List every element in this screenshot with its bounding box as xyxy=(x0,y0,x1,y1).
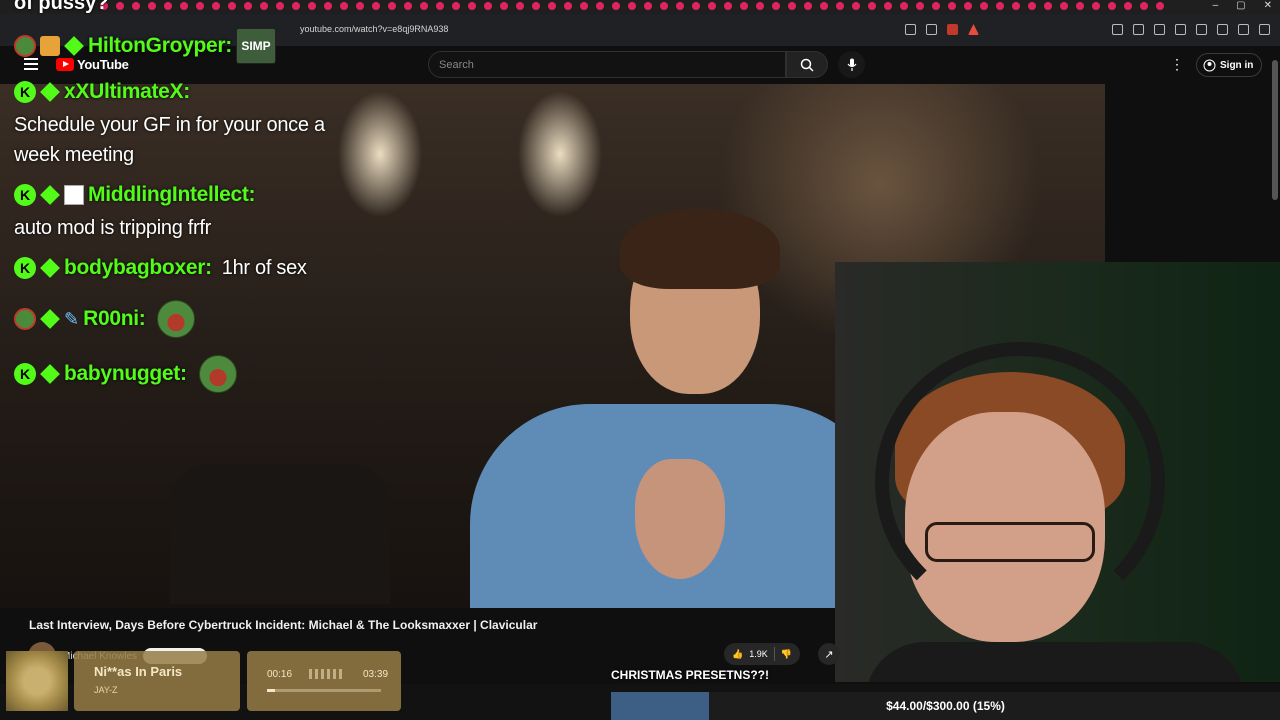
broken-badge-icon xyxy=(64,185,84,205)
subscriber-badge-icon xyxy=(40,309,60,329)
voice-search-button[interactable] xyxy=(838,51,865,78)
chat-username[interactable]: R00ni: xyxy=(83,307,146,331)
thumbs-up-icon[interactable]: 👍 xyxy=(732,649,743,660)
menu-icon[interactable] xyxy=(1259,24,1270,35)
sidebar-icon[interactable] xyxy=(1175,24,1186,35)
chat-username[interactable]: babynugget: xyxy=(64,362,187,386)
subscriber-badge-icon xyxy=(64,36,84,56)
share-icon[interactable]: ↗ xyxy=(818,643,840,665)
chat-message: K bodybagboxer: 1hr of sex xyxy=(14,256,307,280)
extension-icons xyxy=(1112,24,1270,35)
like-dislike-group: 👍 1.9K 👎 xyxy=(724,643,800,665)
extension-icon[interactable] xyxy=(1133,24,1144,35)
simp-emote: SIMP xyxy=(235,28,276,64)
now-playing-widget: Ni**as In Paris JAY-Z 00:16 03:39 xyxy=(6,651,401,713)
song-artist: JAY-Z xyxy=(94,685,118,695)
minimize-button[interactable]: – xyxy=(1213,0,1219,11)
wallet-icon[interactable] xyxy=(1196,24,1207,35)
webcam-body xyxy=(865,642,1245,682)
streamer-webcam xyxy=(835,262,1280,682)
search-icon xyxy=(800,58,814,72)
brave-shield-icon[interactable] xyxy=(947,24,958,35)
extension-icon[interactable] xyxy=(1112,24,1123,35)
subscriber-badge-icon xyxy=(40,82,60,102)
video-title: Last Interview, Days Before Cybertruck I… xyxy=(29,618,538,632)
equalizer-icon xyxy=(309,669,342,679)
webcam-headphones xyxy=(875,342,1165,622)
video-frame-person-hair xyxy=(620,209,780,289)
window-controls: – ▢ ✕ xyxy=(1213,0,1272,11)
sign-in-label: Sign in xyxy=(1220,59,1254,71)
song-time-card: 00:16 03:39 xyxy=(247,651,401,711)
elapsed-time: 00:16 xyxy=(267,669,293,680)
account-icon xyxy=(1203,59,1216,71)
more-options-icon[interactable]: ⋮ xyxy=(1170,56,1184,73)
maximize-button[interactable]: ▢ xyxy=(1236,0,1245,11)
thumbs-down-icon[interactable]: 👎 xyxy=(781,649,792,660)
tab-favicons[interactable] xyxy=(100,2,1164,10)
chat-message: HiltonGroyper: SIMP xyxy=(14,28,276,64)
kick-badge-icon: K xyxy=(14,81,36,103)
share-page-icon[interactable] xyxy=(926,24,937,35)
song-title: Ni**as In Paris xyxy=(94,664,183,679)
subscriber-badge-icon xyxy=(40,185,60,205)
song-progress-track xyxy=(267,689,381,692)
screen: – ▢ ✕ youtube.com/watch?v=e8qj9RNA938 Yo… xyxy=(0,0,1280,720)
chat-message: K xXUltimateX: xyxy=(14,80,190,104)
pepe-scream-emote xyxy=(157,300,196,338)
sign-in-button[interactable]: Sign in xyxy=(1196,53,1262,77)
chat-username[interactable]: HiltonGroyper: xyxy=(88,34,232,58)
chat-message: ✎ R00ni: xyxy=(14,300,196,338)
donation-goal-text: $44.00/$300.00 (15%) xyxy=(886,699,1005,713)
donation-goal-bar: $44.00/$300.00 (15%) xyxy=(611,692,1280,720)
vpn-icon[interactable] xyxy=(1238,24,1249,35)
chat-username[interactable]: MiddlingIntellect: xyxy=(88,183,256,207)
gift-badge-icon xyxy=(40,36,60,56)
browser-tab-strip: – ▢ ✕ xyxy=(0,0,1280,14)
rewards-icon[interactable] xyxy=(968,24,979,35)
chat-username[interactable]: xXUltimateX: xyxy=(64,80,190,104)
goal-label: CHRISTMAS PRESETNS??! xyxy=(611,668,770,682)
pepe-scream-emote xyxy=(198,355,237,393)
chat-message: K babynugget: xyxy=(14,355,237,393)
chat-message-text: auto mod is tripping frfr xyxy=(14,217,212,239)
subscriber-badge-icon xyxy=(40,364,60,384)
cast-icon[interactable] xyxy=(905,24,916,35)
kick-badge-icon: K xyxy=(14,184,36,206)
search-button[interactable] xyxy=(786,51,828,78)
album-art xyxy=(6,651,68,711)
subscriber-badge-icon xyxy=(40,258,60,278)
pepe-santa-badge-icon xyxy=(14,308,36,330)
song-info-card: Ni**as In Paris JAY-Z xyxy=(74,651,240,711)
media-icon[interactable] xyxy=(1154,24,1165,35)
chat-message: K MiddlingIntellect: xyxy=(14,183,256,207)
chat-message-text: Schedule your GF in for your once a week… xyxy=(14,114,325,166)
leo-icon[interactable] xyxy=(1217,24,1228,35)
search-input[interactable] xyxy=(429,52,785,77)
microphone-icon xyxy=(847,58,856,71)
kick-badge-icon: K xyxy=(14,363,36,385)
sword-badge-icon: ✎ xyxy=(64,308,80,329)
chat-cutoff-message: of pussy? xyxy=(14,0,109,14)
chat-message-text: 1hr of sex xyxy=(221,256,307,279)
kick-badge-icon: K xyxy=(14,257,36,279)
video-frame-couch xyxy=(170,464,390,604)
like-count: 1.9K xyxy=(749,649,768,659)
video-frame-person-hands xyxy=(635,459,725,579)
url-text[interactable]: youtube.com/watch?v=e8qj9RNA938 xyxy=(300,24,448,34)
page-scrollbar[interactable] xyxy=(1272,60,1278,200)
chat-username[interactable]: bodybagboxer: xyxy=(64,256,212,280)
song-progress-fill xyxy=(267,689,276,692)
search-box xyxy=(428,51,786,78)
close-window-button[interactable]: ✕ xyxy=(1264,0,1272,11)
total-time: 03:39 xyxy=(363,669,389,680)
pepe-badge-icon xyxy=(14,35,36,57)
address-bar-actions xyxy=(905,24,979,35)
